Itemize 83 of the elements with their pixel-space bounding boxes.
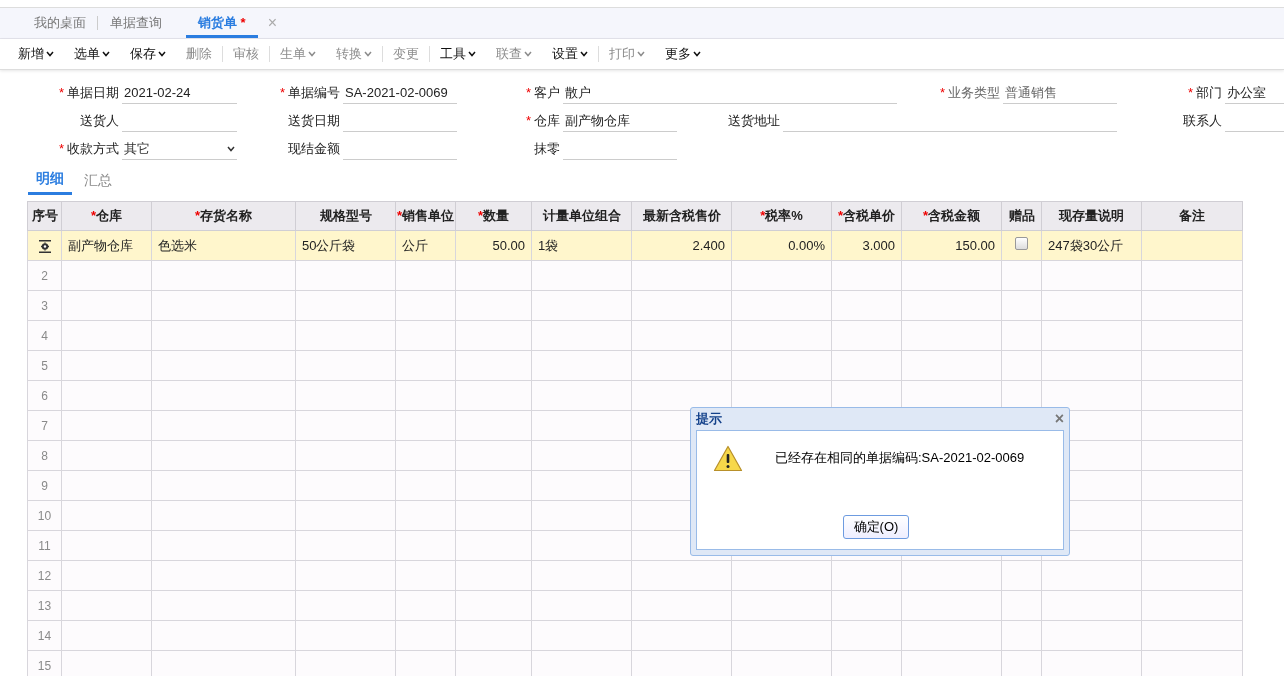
caret-icon — [468, 51, 476, 57]
caret-icon — [693, 51, 701, 57]
toolbar-button[interactable]: 设置 — [542, 44, 598, 64]
input-field[interactable]: 普通销售 — [1003, 82, 1117, 104]
row-number: 7 — [41, 418, 48, 433]
column-header: *存货名称 — [151, 201, 296, 231]
caret-icon — [524, 51, 532, 57]
column-header: *数量 — [455, 201, 532, 231]
field-label: * 部门 — [1186, 84, 1223, 103]
row-number: 9 — [41, 478, 48, 493]
page-tab[interactable]: 我的桌面 — [22, 12, 98, 38]
field-label: 联系人 — [1182, 112, 1223, 131]
table-cell: 3.000 — [862, 237, 895, 253]
field-label: * 客户 — [524, 84, 561, 103]
table-cell: 公斤 — [402, 237, 428, 253]
field-label: * 仓库 — [524, 112, 561, 131]
column-header: 赠品 — [1001, 201, 1042, 231]
field-label: 送货地址 — [727, 112, 781, 131]
checkbox[interactable] — [1015, 236, 1028, 250]
field-label: 抹零 — [533, 140, 561, 159]
column-header: *含税单价 — [831, 201, 902, 231]
table-cell: 2.400 — [692, 237, 725, 253]
row-number: 12 — [37, 568, 52, 583]
caret-icon — [227, 145, 235, 152]
table-cell: 50公斤袋 — [302, 237, 356, 253]
caret-icon — [364, 51, 372, 57]
warning-icon — [713, 445, 743, 472]
row-number: 10 — [37, 508, 52, 523]
column-header: 最新含税售价 — [631, 201, 732, 231]
toolbar-button[interactable]: 更多 — [655, 44, 711, 64]
table-cell: 150.00 — [955, 237, 995, 253]
field-label: 送货日期 — [287, 112, 341, 131]
table-cell: 1袋 — [538, 237, 559, 253]
column-header: 计量单位组合 — [531, 201, 632, 231]
caret-icon — [158, 51, 166, 57]
field-label: * 收款方式 — [57, 140, 120, 159]
table-cell: 0.00% — [788, 237, 825, 253]
caret-icon — [637, 51, 645, 57]
table-cell: 副产物仓库 — [68, 237, 133, 253]
column-header: *含税金额 — [901, 201, 1002, 231]
dialog-title: 提示 — [696, 410, 722, 429]
column-header: 备注 — [1141, 201, 1243, 231]
caret-icon — [308, 51, 316, 57]
column-header: 现存量说明 — [1041, 201, 1142, 231]
dialog-message: 已经存在相同的单据编码:SA-2021-02-0069 — [775, 449, 1025, 468]
field-label: * 单据编号 — [278, 84, 341, 103]
page-tab[interactable]: 单据查询 — [98, 12, 174, 38]
select-field[interactable]: 其它 — [122, 138, 237, 160]
column-header: *仓库 — [61, 201, 152, 231]
row-settings-icon[interactable] — [37, 239, 52, 253]
toolbar-button[interactable]: 选单 — [64, 44, 120, 64]
caret-icon — [102, 51, 110, 57]
ok-button[interactable]: 确定(O) — [843, 515, 909, 539]
column-header: 序号 — [27, 201, 62, 231]
column-header: *销售单位 — [395, 201, 456, 231]
row-number: 5 — [41, 358, 48, 373]
toolbar-button[interactable]: 保存 — [120, 44, 176, 64]
table-cell: 色选米 — [158, 237, 197, 253]
row-number: 8 — [41, 448, 48, 463]
detail-tab[interactable]: 明细 — [28, 166, 72, 195]
field-label: 现结金额 — [287, 140, 341, 159]
row-number: 4 — [41, 328, 48, 343]
unsaved-marker: * — [239, 14, 246, 30]
row-number: 15 — [37, 658, 52, 673]
row-number: 6 — [41, 388, 48, 403]
caret-icon — [580, 51, 588, 57]
detail-tab[interactable]: 汇总 — [76, 166, 120, 195]
row-number: 14 — [37, 628, 52, 643]
toolbar-button[interactable]: 工具 — [430, 44, 486, 64]
column-header: 规格型号 — [295, 201, 396, 231]
field-label: * 业务类型 — [938, 84, 1001, 103]
row-number: 11 — [38, 538, 51, 553]
page-tab[interactable]: 销货单 * — [186, 12, 258, 38]
toolbar-button[interactable]: 新增 — [8, 44, 64, 64]
table-cell: 247袋30公斤 — [1048, 237, 1124, 253]
column-header: *税率% — [731, 201, 832, 231]
row-number: 2 — [41, 268, 48, 283]
row-number: 13 — [37, 598, 52, 613]
field-label: 送货人 — [79, 112, 120, 131]
caret-icon — [46, 51, 54, 57]
table-cell: 50.00 — [492, 237, 525, 253]
row-number: 3 — [41, 298, 48, 313]
field-label: * 单据日期 — [57, 84, 120, 103]
